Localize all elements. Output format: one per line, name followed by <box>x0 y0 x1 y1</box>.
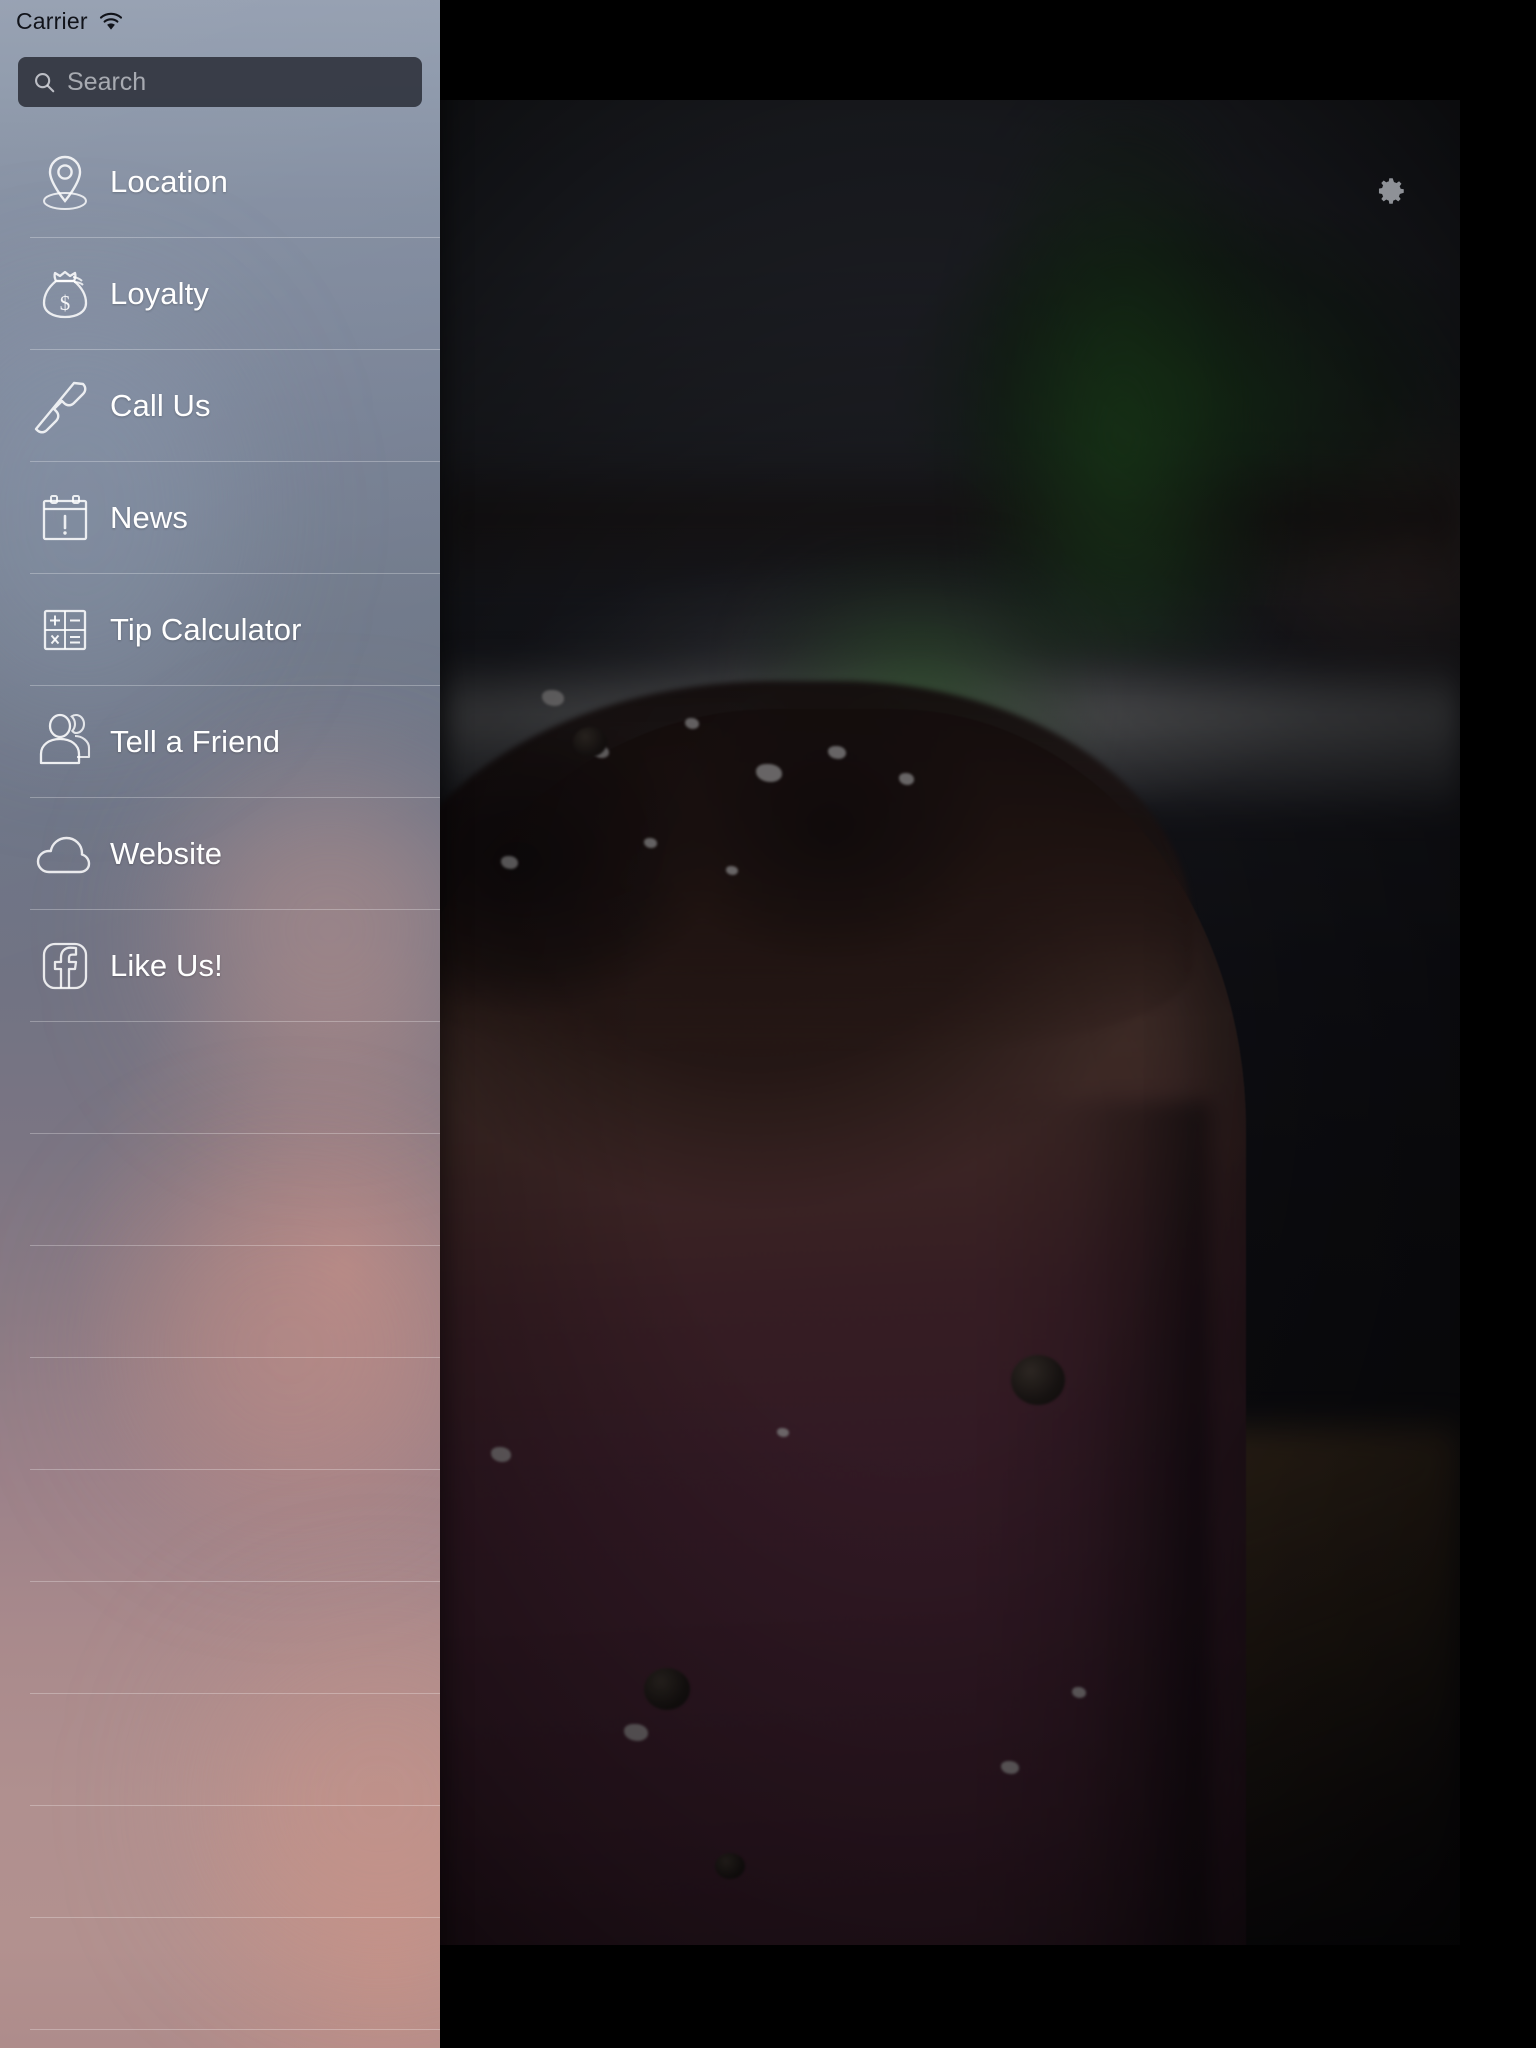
settings-button[interactable] <box>1368 168 1414 214</box>
side-menu: Carrier Search Location $ Loyalty Call U… <box>0 0 440 2048</box>
menu-item-label: Tell a Friend <box>110 724 281 759</box>
search-icon <box>35 72 55 92</box>
menu-empty-row <box>0 1806 440 1918</box>
menu-item-label: Loyalty <box>110 276 209 311</box>
search-placeholder: Search <box>67 67 147 96</box>
menu-empty-row <box>0 1358 440 1470</box>
menu-empty-row <box>0 1246 440 1358</box>
two-people-icon <box>28 713 102 771</box>
photo-vignette <box>440 100 1460 1945</box>
phone-handset-icon <box>28 375 102 437</box>
search-bar[interactable]: Search <box>18 57 422 107</box>
menu-item-label: Location <box>110 164 229 199</box>
map-pin-icon <box>28 151 102 213</box>
menu-empty-row <box>0 1918 440 2030</box>
menu-item-tip-calculator[interactable]: Tip Calculator <box>0 574 440 686</box>
search-input[interactable]: Search <box>18 57 422 107</box>
menu-item-label: Call Us <box>110 388 211 423</box>
gear-icon <box>1378 178 1404 204</box>
carrier-label: Carrier <box>16 7 88 34</box>
background-photo <box>440 100 1460 1945</box>
menu-item-website[interactable]: Website <box>0 798 440 910</box>
facebook-icon <box>28 937 102 995</box>
menu-list: Location $ Loyalty Call Us News Tip Calc… <box>0 126 440 2030</box>
menu-item-label: Like Us! <box>110 948 223 983</box>
menu-empty-row <box>0 1470 440 1582</box>
menu-item-location[interactable]: Location <box>0 126 440 238</box>
menu-item-like-us[interactable]: Like Us! <box>0 910 440 1022</box>
menu-empty-row <box>0 1694 440 1806</box>
app-screen: Carrier Search Location $ Loyalty Call U… <box>0 0 1536 2048</box>
calculator-icon <box>28 601 102 659</box>
menu-empty-row <box>0 1134 440 1246</box>
money-bag-icon: $ <box>28 263 102 325</box>
cloud-icon <box>28 830 102 878</box>
menu-item-tell-a-friend[interactable]: Tell a Friend <box>0 686 440 798</box>
menu-item-call-us[interactable]: Call Us <box>0 350 440 462</box>
status-bar: Carrier <box>0 0 440 42</box>
menu-item-label: Tip Calculator <box>110 612 302 647</box>
menu-item-news[interactable]: News <box>0 462 440 574</box>
menu-item-loyalty[interactable]: $ Loyalty <box>0 238 440 350</box>
menu-item-label: News <box>110 500 188 535</box>
svg-text:$: $ <box>60 291 71 315</box>
calendar-alert-icon <box>28 488 102 548</box>
menu-item-label: Website <box>110 836 223 871</box>
wifi-icon <box>99 12 122 30</box>
menu-empty-row <box>0 1582 440 1694</box>
menu-empty-row <box>0 1022 440 1134</box>
